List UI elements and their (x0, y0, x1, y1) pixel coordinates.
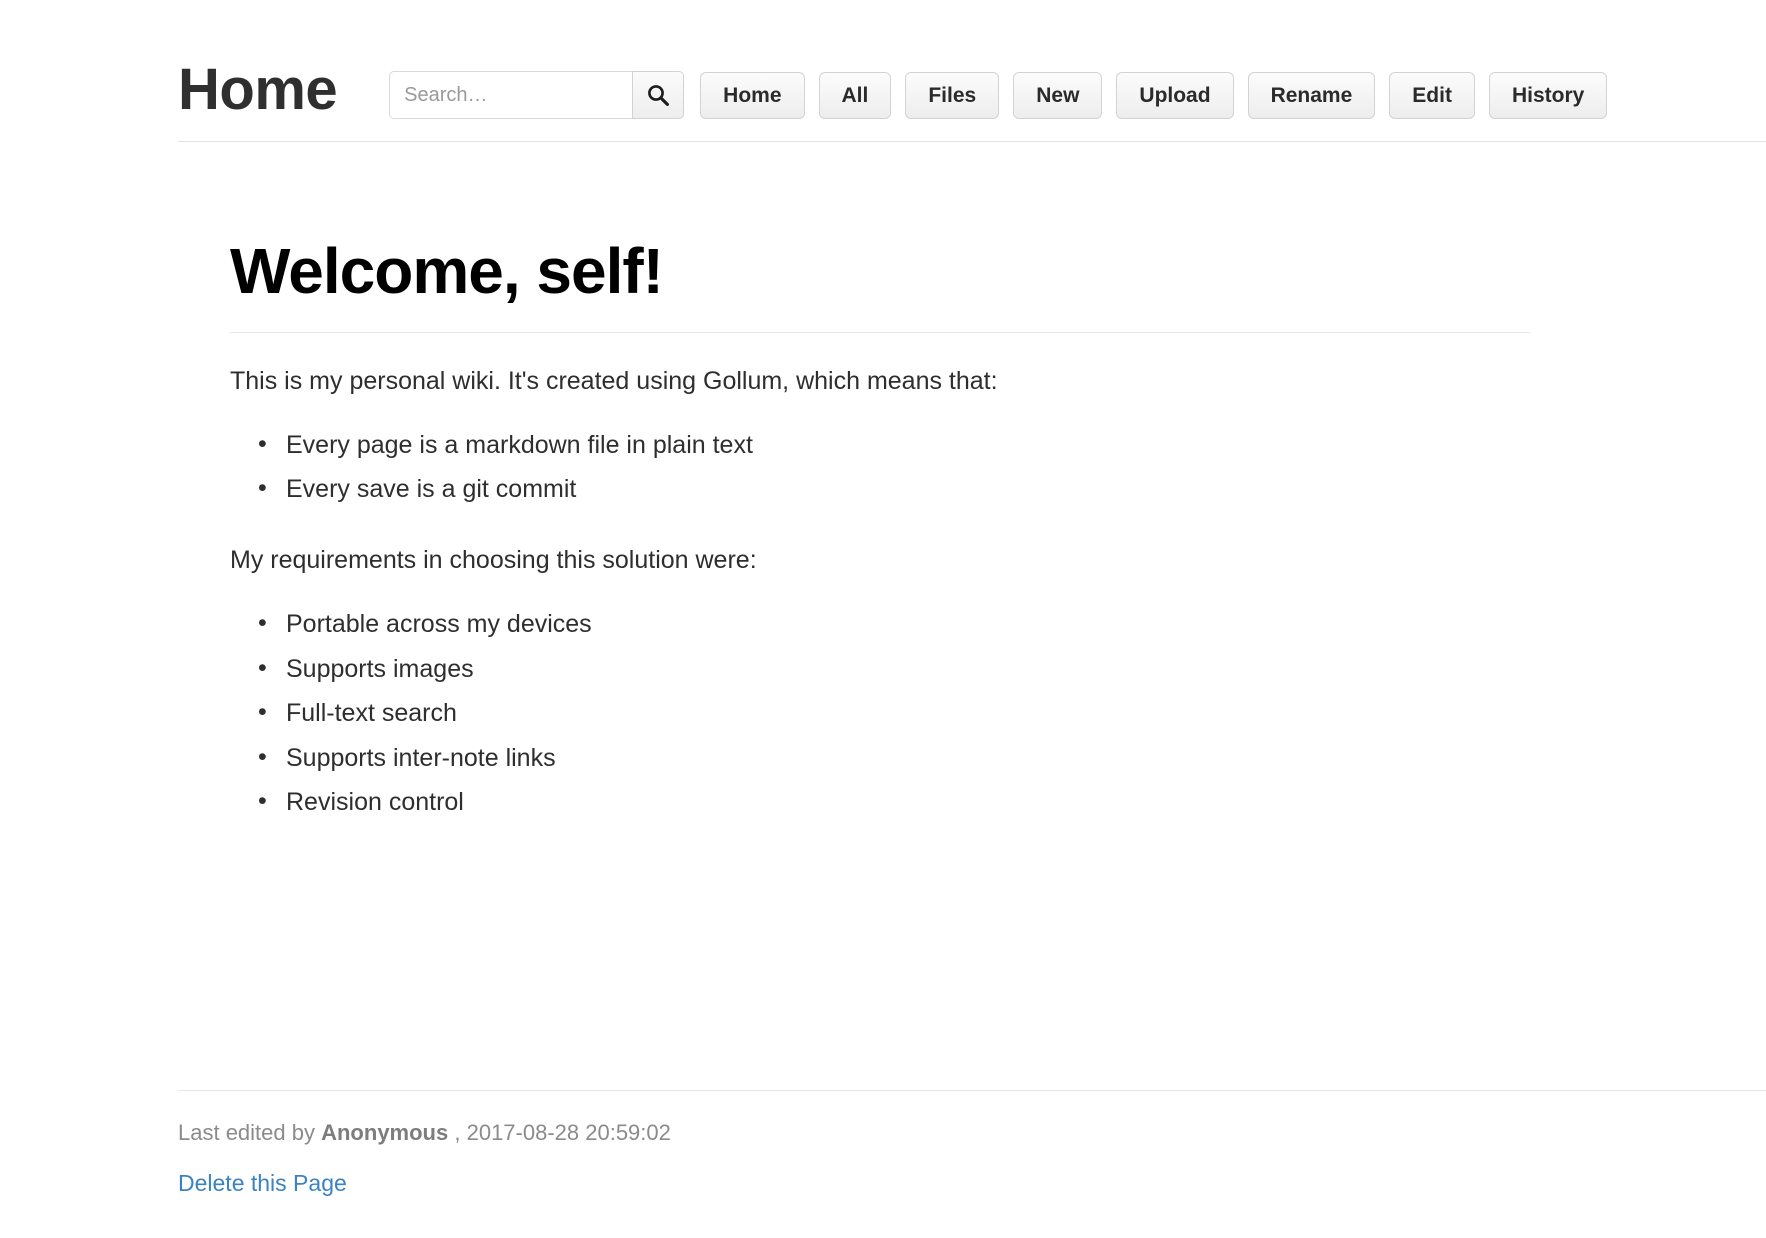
features-list: Every page is a markdown file in plain t… (230, 422, 1530, 512)
nav-button-files[interactable]: Files (905, 71, 1000, 119)
search-group (389, 71, 685, 119)
search-submit-button[interactable] (632, 71, 685, 119)
nav-button-upload[interactable]: Upload (1116, 71, 1234, 119)
intro-paragraph: This is my personal wiki. It's created u… (230, 366, 998, 395)
delete-page-link[interactable]: Delete this Page (178, 1170, 347, 1196)
last-edited-author: Anonymous (321, 1120, 449, 1145)
list-item: Supports images (258, 646, 1530, 692)
page-title: Home (178, 57, 338, 122)
page-content: Welcome, self! This is my personal wiki.… (230, 235, 1530, 825)
last-edited-info: Last edited by Anonymous , 2017-08-28 20… (178, 1119, 1766, 1148)
list-item: Every page is a markdown file in plain t… (258, 422, 1530, 468)
list-item: Full-text search (258, 690, 1530, 736)
wiki-page: Home Home All Files New Upload (0, 0, 1766, 1238)
list-item: Supports inter-note links (258, 735, 1530, 781)
list-item: Every save is a git commit (258, 466, 1530, 512)
requirements-paragraph: My requirements in choosing this solutio… (230, 545, 757, 574)
nav-button-history[interactable]: History (1488, 71, 1608, 119)
list-item: Revision control (258, 779, 1530, 825)
content-heading: Welcome, self! (230, 235, 1530, 333)
list-item: Portable across my devices (258, 601, 1530, 647)
footer-actions: Delete this Page (178, 1170, 1766, 1197)
requirements-list: Portable across my devices Supports imag… (230, 601, 1530, 825)
header-inner: Home Home All Files New Upload (178, 46, 1766, 140)
nav-button-all[interactable]: All (818, 71, 892, 119)
last-edited-separator: , (454, 1120, 467, 1145)
site-header: Home Home All Files New Upload (178, 46, 1766, 142)
search-input[interactable] (389, 71, 633, 119)
last-edited-prefix: Last edited by (178, 1120, 322, 1145)
site-footer: Last edited by Anonymous , 2017-08-28 20… (178, 1090, 1766, 1197)
primary-nav: Home All Files New Upload Rename Edit Hi… (700, 71, 1608, 119)
nav-button-new[interactable]: New (1013, 71, 1103, 119)
nav-button-edit[interactable]: Edit (1389, 71, 1475, 119)
search-icon (645, 82, 671, 108)
nav-button-rename[interactable]: Rename (1247, 71, 1376, 119)
nav-button-home[interactable]: Home (700, 71, 805, 119)
last-edited-timestamp: 2017-08-28 20:59:02 (466, 1120, 671, 1145)
